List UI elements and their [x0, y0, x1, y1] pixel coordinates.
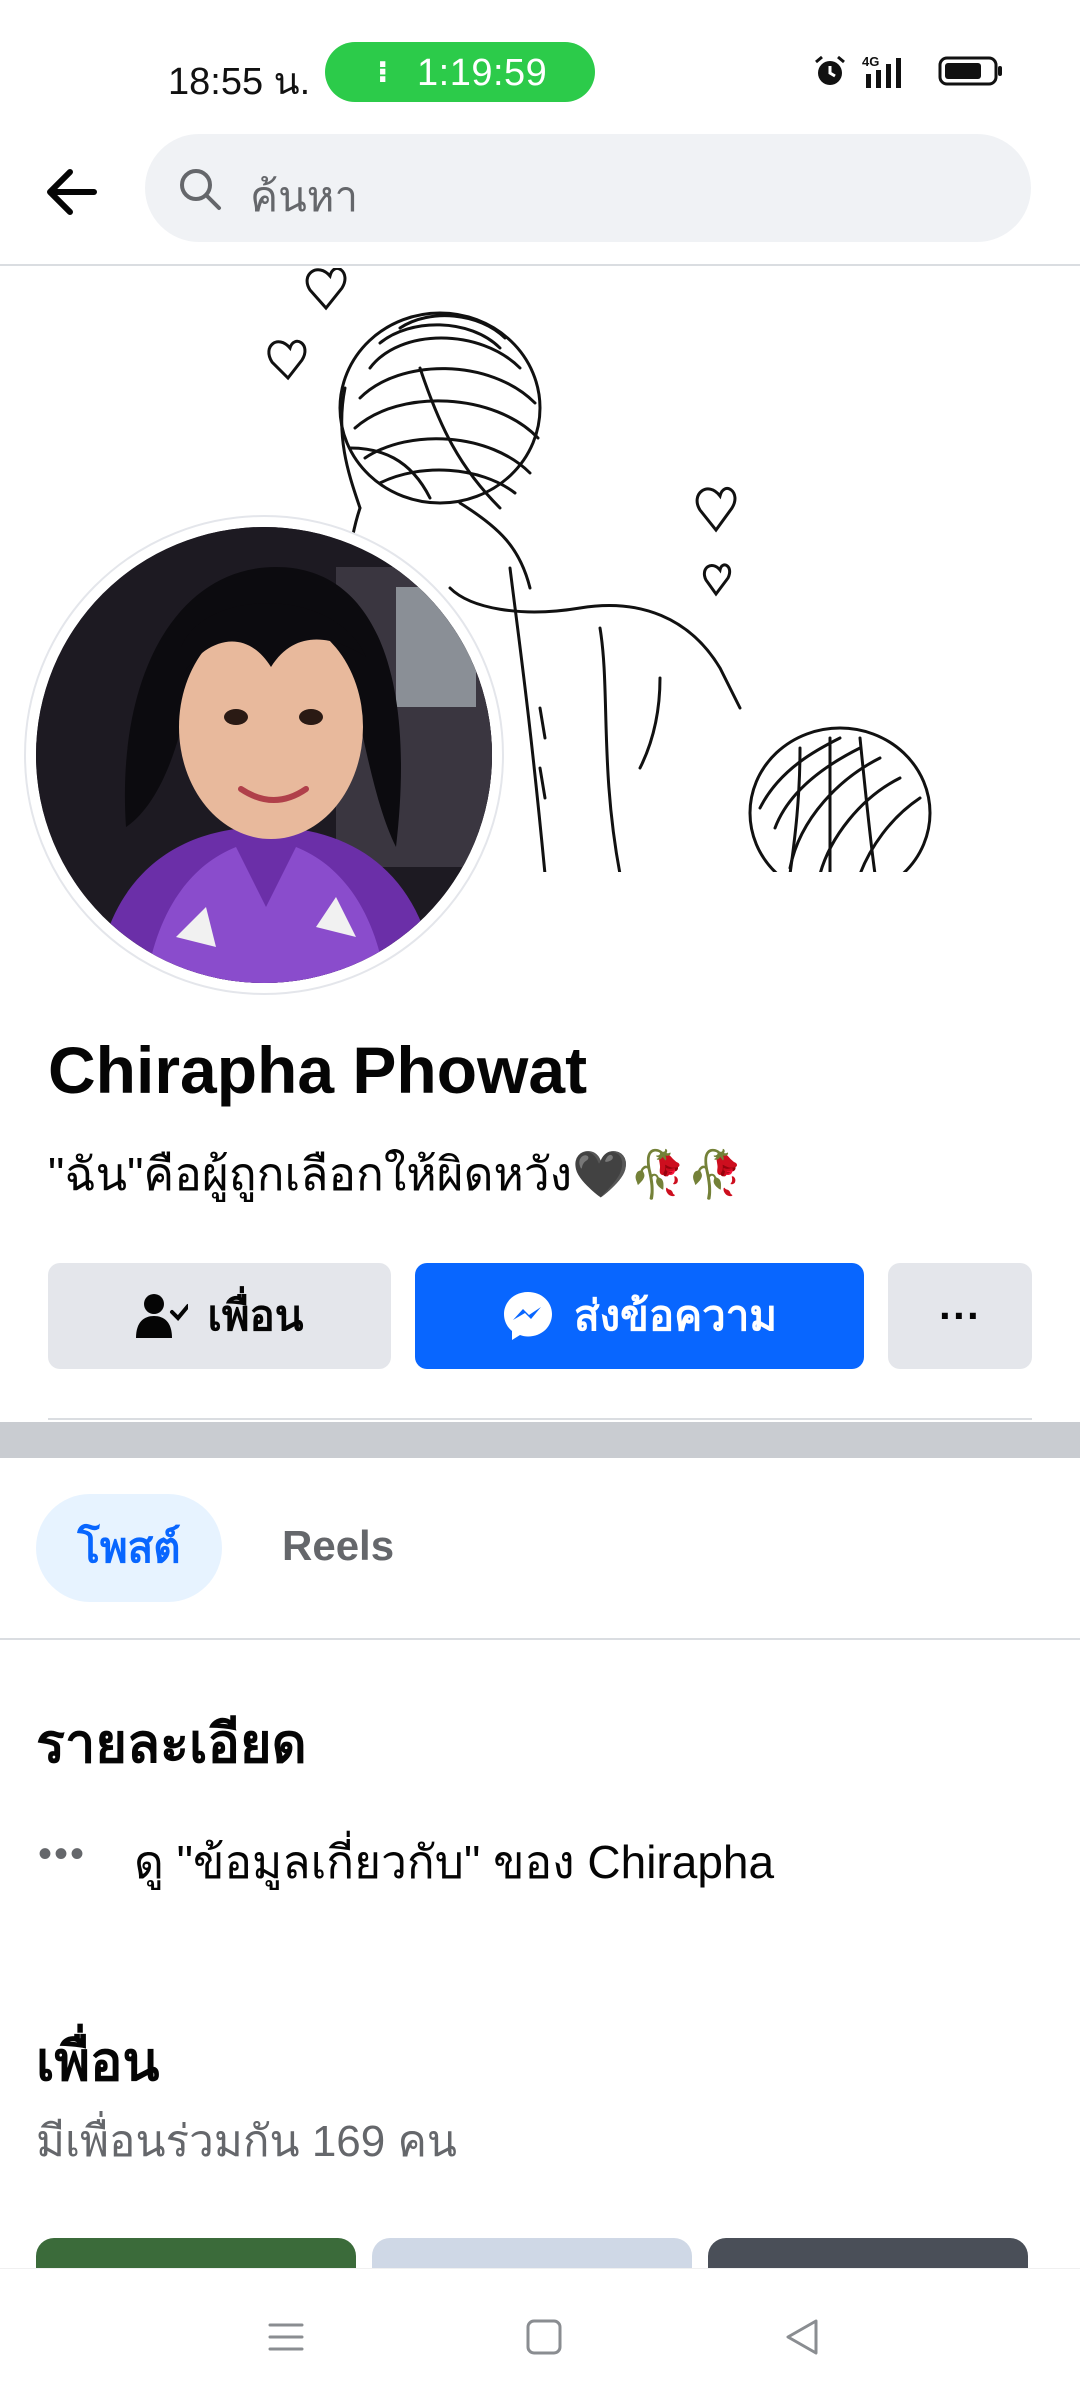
status-bar: 18:55 น. ⁝ 1:19:59 4G: [0, 0, 1080, 130]
friend-thumbnail[interactable]: [708, 2238, 1028, 2268]
more-options-button[interactable]: ···: [888, 1263, 1032, 1369]
details-heading: รายละเอียด: [36, 1714, 307, 1774]
back-arrow-icon[interactable]: [36, 156, 108, 228]
home-icon[interactable]: [520, 2313, 568, 2361]
search-placeholder: ค้นหา: [250, 173, 359, 220]
more-dots-icon: ···: [939, 1292, 981, 1339]
messenger-icon: [503, 1292, 552, 1340]
send-message-label: ส่งข้อความ: [573, 1292, 778, 1339]
back-icon[interactable]: [778, 2313, 826, 2361]
divider: [48, 1418, 1032, 1420]
status-icons: 4G: [812, 52, 1004, 90]
ongoing-call-pill[interactable]: ⁝ 1:19:59: [325, 42, 595, 102]
tabs-divider: [0, 1638, 1080, 1640]
signal-icon: 4G: [862, 54, 901, 88]
friends-button[interactable]: เพื่อน: [48, 1263, 391, 1369]
friend-check-icon: [135, 1294, 188, 1338]
svg-text:4G: 4G: [862, 54, 879, 69]
battery-icon: [938, 56, 1002, 86]
more-info-icon: •••: [38, 1832, 87, 1876]
section-separator: [0, 1422, 1080, 1458]
search-input[interactable]: ค้นหา: [145, 134, 1031, 242]
tab-posts[interactable]: โพสต์: [36, 1494, 222, 1602]
friends-button-label: เพื่อน: [207, 1292, 304, 1339]
tab-reels[interactable]: Reels: [282, 1522, 394, 1570]
search-icon: [180, 169, 221, 210]
search-header: ค้นหา: [0, 130, 1080, 266]
profile-bio: "ฉัน"คือผู้ถูกเลือกให้ผิดหวัง🖤🥀🥀: [48, 1148, 744, 1200]
call-indicator-icon: ⁝: [377, 56, 389, 89]
friends-heading: เพื่อน: [36, 2032, 160, 2092]
call-timer: 1:19:59: [417, 52, 548, 94]
mutual-friends-count: มีเพื่อนร่วมกัน 169 คน: [36, 2117, 457, 2166]
system-nav-bar: [0, 2268, 1080, 2400]
friend-thumbnail[interactable]: [372, 2238, 692, 2268]
friend-thumbnail[interactable]: [36, 2238, 356, 2268]
menu-icon[interactable]: [262, 2313, 310, 2361]
send-message-button[interactable]: ส่งข้อความ: [415, 1263, 864, 1369]
status-time: 18:55 น.: [168, 61, 311, 103]
profile-name: Chirapha Phowat: [48, 1033, 588, 1107]
profile-picture[interactable]: [36, 527, 492, 983]
alarm-icon: [815, 55, 845, 85]
friend-thumbnails: [36, 2238, 1044, 2268]
about-link[interactable]: ดู "ข้อมูลเกี่ยวกับ" ของ Chirapha: [134, 1826, 774, 1899]
